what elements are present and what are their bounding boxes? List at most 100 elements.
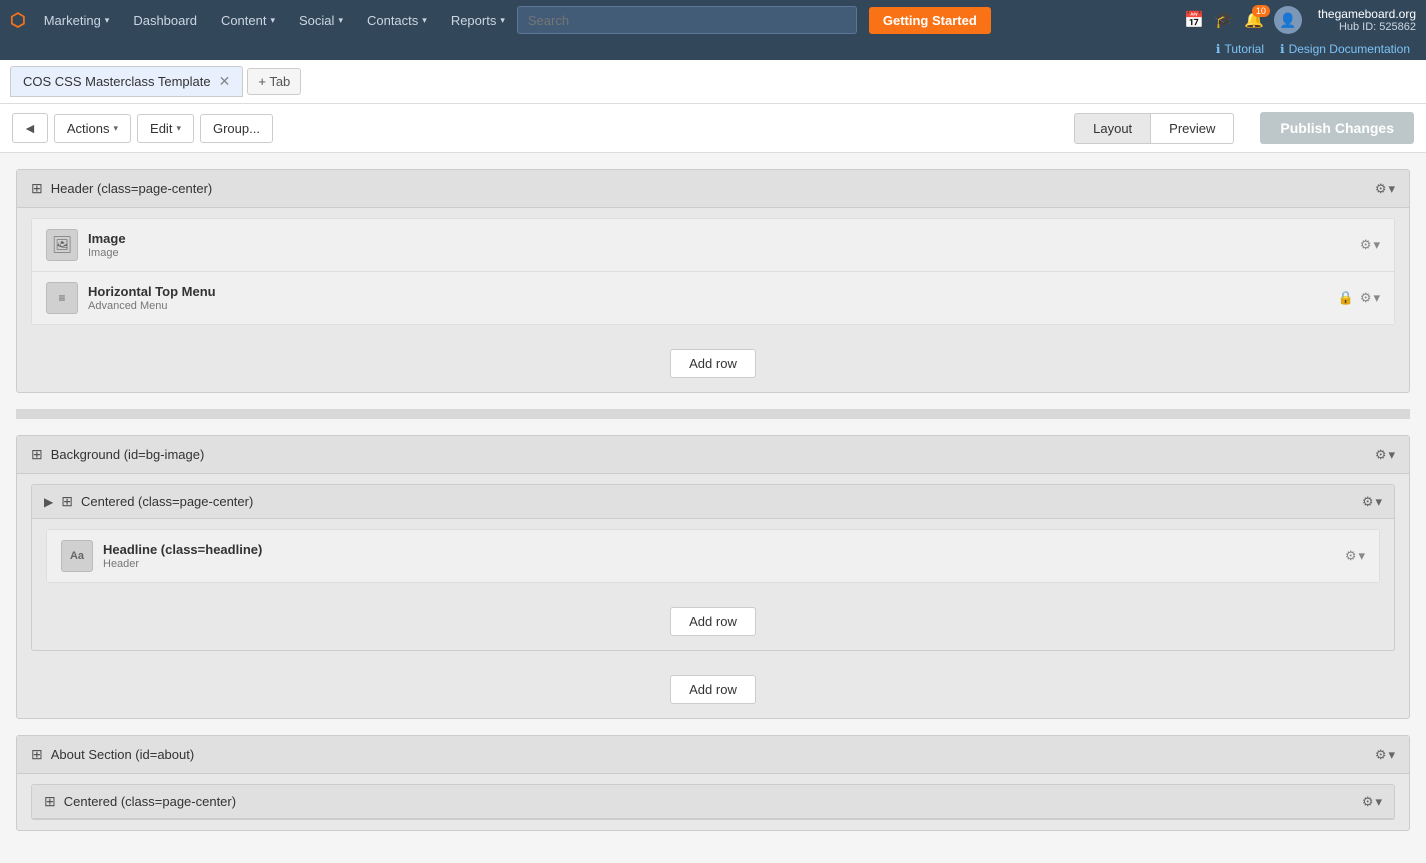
menu-row-item[interactable]: ≡ Horizontal Top Menu Advanced Menu 🔒 ⚙ …: [32, 272, 1394, 324]
background-section-title: Background (id=bg-image): [51, 447, 205, 462]
headline-gear-icon: ⚙: [1345, 548, 1357, 564]
design-documentation-link[interactable]: ℹ Design Documentation: [1280, 42, 1410, 56]
centered-add-row-container: Add row: [32, 593, 1394, 650]
menu-gear-caret: ▾: [1373, 290, 1380, 306]
background-section-header: ⊞ Background (id=bg-image) ⚙ ▾: [17, 436, 1409, 474]
image-row-gear[interactable]: ⚙ ▾: [1360, 237, 1380, 253]
main-content: ⊞ Header (class=page-center) ⚙ ▾ 🖼 Image…: [0, 153, 1426, 863]
about-nested-section: ⊞ Centered (class=page-center) ⚙ ▾: [31, 784, 1395, 820]
content-caret: ▾: [270, 15, 275, 26]
headline-row-text: Headline (class=headline) Header: [103, 542, 1345, 570]
marketing-caret: ▾: [105, 15, 110, 26]
search-input[interactable]: [517, 6, 857, 34]
background-section-icon: ⊞: [31, 446, 43, 463]
back-icon: ◄: [23, 120, 37, 136]
about-nested-header: ⊞ Centered (class=page-center) ⚙ ▾: [32, 785, 1394, 819]
about-centered-title: Centered (class=page-center): [64, 794, 236, 809]
about-section-body: ⊞ Centered (class=page-center) ⚙ ▾: [17, 784, 1409, 820]
tab-cos-css[interactable]: COS CSS Masterclass Template ✕: [10, 66, 243, 97]
centered-gear-caret: ▾: [1375, 494, 1382, 510]
edit-button[interactable]: Edit ▾: [137, 114, 194, 143]
reports-caret: ▾: [500, 15, 505, 26]
expand-arrow-icon[interactable]: ▶: [44, 495, 53, 509]
avatar[interactable]: 👤: [1274, 6, 1302, 34]
header-gear-icon: ⚙: [1375, 181, 1387, 197]
about-centered-icon: ⊞: [44, 793, 56, 810]
nav-marketing[interactable]: Marketing ▾: [32, 0, 122, 40]
tab-bar: COS CSS Masterclass Template ✕ + Tab: [0, 60, 1426, 104]
menu-gear-icon: ⚙: [1360, 290, 1372, 306]
header-gear-caret: ▾: [1388, 181, 1395, 197]
design-doc-icon: ℹ: [1280, 42, 1285, 56]
nav-contacts[interactable]: Contacts ▾: [355, 0, 439, 40]
centered-add-row-button[interactable]: Add row: [670, 607, 756, 636]
header-add-row-container: Add row: [17, 335, 1409, 392]
header-add-row-button[interactable]: Add row: [670, 349, 756, 378]
header-section-header: ⊞ Header (class=page-center) ⚙ ▾: [17, 170, 1409, 208]
nav-social[interactable]: Social ▾: [287, 0, 355, 40]
tutorial-icon: ℹ: [1216, 42, 1221, 56]
background-gear-icon: ⚙: [1375, 447, 1387, 463]
background-gear-caret: ▾: [1388, 447, 1395, 463]
edit-caret: ▾: [176, 123, 181, 134]
nav-dashboard[interactable]: Dashboard: [121, 0, 209, 40]
notification-badge: 10: [1252, 5, 1270, 17]
nav-content[interactable]: Content ▾: [209, 0, 287, 40]
image-row-item[interactable]: 🖼 Image Image ⚙ ▾: [32, 219, 1394, 272]
centered-gear-icon: ⚙: [1362, 494, 1374, 510]
lock-icon: 🔒: [1338, 290, 1354, 306]
header-rows: 🖼 Image Image ⚙ ▾ ≡ Horizontal Top Menu: [31, 218, 1395, 325]
header-section: ⊞ Header (class=page-center) ⚙ ▾ 🖼 Image…: [16, 169, 1410, 393]
right-items: 📅 🎓 🔔 10 👤 thegameboard.org Hub ID: 5258…: [1184, 6, 1416, 34]
background-section-body: ▶ ⊞ Centered (class=page-center) ⚙ ▾ Aa: [17, 484, 1409, 718]
about-section-gear[interactable]: ⚙ ▾: [1375, 747, 1395, 763]
preview-button[interactable]: Preview: [1151, 113, 1234, 144]
background-add-row-container: Add row: [17, 661, 1409, 718]
nav-items: Marketing ▾ Dashboard Content ▾ Social ▾…: [32, 0, 1174, 40]
social-caret: ▾: [338, 15, 343, 26]
group-button[interactable]: Group...: [200, 114, 273, 143]
header-section-icon: ⊞: [31, 180, 43, 197]
menu-row-text: Horizontal Top Menu Advanced Menu: [88, 284, 1338, 312]
nav-reports[interactable]: Reports ▾: [439, 0, 517, 40]
centered-nested-section: ▶ ⊞ Centered (class=page-center) ⚙ ▾ Aa: [31, 484, 1395, 651]
about-centered-gear[interactable]: ⚙ ▾: [1362, 794, 1382, 810]
links-row: ℹ Tutorial ℹ Design Documentation: [0, 40, 1426, 60]
headline-row-item[interactable]: Aa Headline (class=headline) Header ⚙ ▾: [47, 530, 1379, 582]
image-row-text: Image Image: [88, 231, 1360, 259]
about-gear-icon: ⚙: [1375, 747, 1387, 763]
centered-section-gear[interactable]: ⚙ ▾: [1362, 494, 1382, 510]
notifications-icon[interactable]: 🔔 10: [1244, 10, 1264, 30]
getting-started-button[interactable]: Getting Started: [869, 7, 991, 34]
background-add-row-button[interactable]: Add row: [670, 675, 756, 704]
layout-button[interactable]: Layout: [1074, 113, 1151, 144]
add-tab-button[interactable]: + Tab: [247, 68, 301, 95]
about-gear-caret: ▾: [1388, 747, 1395, 763]
menu-row-gear[interactable]: ⚙ ▾: [1360, 290, 1380, 306]
actions-caret: ▾: [114, 123, 119, 134]
publish-changes-button[interactable]: Publish Changes: [1260, 112, 1414, 144]
centered-nested-body: Aa Headline (class=headline) Header ⚙ ▾: [32, 529, 1394, 650]
about-section: ⊞ About Section (id=about) ⚙ ▾ ⊞ Centere…: [16, 735, 1410, 831]
image-gear-caret: ▾: [1373, 237, 1380, 253]
tutorial-link[interactable]: ℹ Tutorial: [1216, 42, 1264, 56]
top-nav: ⬡ Marketing ▾ Dashboard Content ▾ Social…: [0, 0, 1426, 40]
about-section-title: About Section (id=about): [51, 747, 194, 762]
graduation-icon[interactable]: 🎓: [1214, 10, 1234, 30]
header-section-title: Header (class=page-center): [51, 181, 213, 196]
toolbar: ◄ Actions ▾ Edit ▾ Group... Layout Previ…: [0, 104, 1426, 153]
headline-row-gear[interactable]: ⚙ ▾: [1345, 548, 1365, 564]
header-section-gear[interactable]: ⚙ ▾: [1375, 181, 1395, 197]
actions-button[interactable]: Actions ▾: [54, 114, 131, 143]
headline-row-icon: Aa: [61, 540, 93, 572]
hubspot-logo: ⬡: [10, 10, 26, 31]
image-gear-icon: ⚙: [1360, 237, 1372, 253]
tab-close-icon[interactable]: ✕: [219, 73, 231, 90]
about-centered-gear-caret: ▾: [1375, 794, 1382, 810]
calendar-icon[interactable]: 📅: [1184, 10, 1204, 30]
back-button[interactable]: ◄: [12, 113, 48, 143]
about-section-header: ⊞ About Section (id=about) ⚙ ▾: [17, 736, 1409, 774]
background-section: ⊞ Background (id=bg-image) ⚙ ▾ ▶ ⊞ Cente…: [16, 435, 1410, 719]
background-section-gear[interactable]: ⚙ ▾: [1375, 447, 1395, 463]
menu-row-icon: ≡: [46, 282, 78, 314]
